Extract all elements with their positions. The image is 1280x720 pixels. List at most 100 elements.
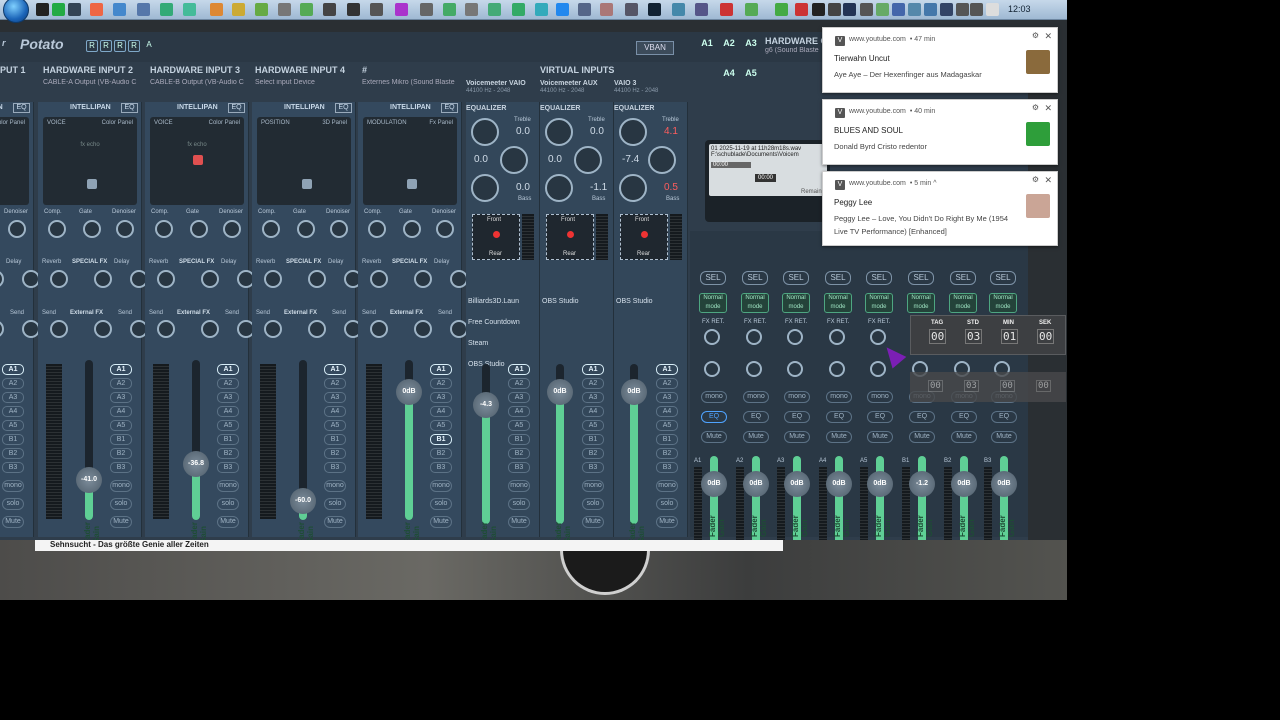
knob[interactable]: [403, 220, 421, 238]
pan-handle[interactable]: [87, 179, 97, 189]
virtual-strip-name[interactable]: VAIO 3: [614, 80, 686, 87]
terminal-icon[interactable]: [36, 3, 49, 16]
app-icon[interactable]: [113, 3, 126, 16]
fx-knob[interactable]: [264, 270, 282, 288]
bus-b1-button[interactable]: B1: [656, 434, 678, 445]
eq-button[interactable]: EQ: [441, 103, 458, 113]
bus-a4-button[interactable]: A4: [508, 406, 530, 417]
normal-mode-button[interactable]: Normal mode: [824, 293, 852, 313]
virtual-strip-name[interactable]: Voicemeeter VAIO: [466, 80, 538, 87]
bus-a4-button[interactable]: A4: [720, 68, 738, 82]
knob[interactable]: [297, 220, 315, 238]
solo-button[interactable]: solo: [217, 498, 239, 510]
tray-icon[interactable]: [795, 3, 808, 16]
bus-b1-button[interactable]: B1: [582, 434, 604, 445]
app-icon[interactable]: [300, 3, 313, 16]
app-item[interactable]: OBS Studio: [616, 298, 653, 305]
app-icon[interactable]: [52, 3, 65, 16]
knob[interactable]: [262, 220, 280, 238]
notification[interactable]: Vwww.youtube.com • 5 min ^ ⚙ ✕ Peggy Lee Pegg…: [822, 171, 1058, 246]
bus-a4-button[interactable]: A4: [217, 406, 239, 417]
bus-fader-knob[interactable]: 0dB: [991, 471, 1017, 497]
mono-button[interactable]: mono: [508, 480, 530, 492]
close-icon[interactable]: ✕: [1044, 175, 1052, 186]
intellipan-panel[interactable]: POSITION 3D Panel: [257, 117, 351, 205]
a-button[interactable]: A: [143, 40, 155, 52]
bus-a4-button[interactable]: A4: [110, 406, 132, 417]
mute-button[interactable]: Mute: [110, 516, 132, 528]
bus-eq-button[interactable]: EQ: [991, 411, 1017, 423]
bus-a4-button[interactable]: A4: [2, 406, 24, 417]
bus-b1-button[interactable]: B1: [217, 434, 239, 445]
position-panel[interactable]: Front Rear: [472, 214, 520, 260]
bus-a2-button[interactable]: A2: [324, 378, 346, 389]
bus-mute-button[interactable]: Mute: [951, 431, 977, 443]
fx-knob[interactable]: [370, 270, 388, 288]
position-panel[interactable]: Front Rear: [620, 214, 668, 260]
mute-button[interactable]: Mute: [430, 516, 452, 528]
app-item[interactable]: Steam: [468, 340, 488, 347]
bus-a1-button[interactable]: A1: [217, 364, 239, 375]
tray-icon[interactable]: [892, 3, 905, 16]
r-button[interactable]: R: [86, 40, 98, 52]
bus-eq-button[interactable]: EQ: [867, 411, 893, 423]
tray-icon[interactable]: [908, 3, 921, 16]
fader-track[interactable]: [85, 360, 93, 520]
app-icon[interactable]: [512, 3, 525, 16]
app-icon[interactable]: [600, 3, 613, 16]
bus-a1-button[interactable]: A1: [698, 38, 716, 52]
bus-b3-button[interactable]: B3: [217, 462, 239, 473]
bus-a2-button[interactable]: A2: [2, 378, 24, 389]
bus-a1-button[interactable]: A1: [508, 364, 530, 375]
normal-mode-button[interactable]: Normal mode: [949, 293, 977, 313]
tray-icon[interactable]: [843, 3, 856, 16]
knob[interactable]: [330, 220, 348, 238]
bus-a5-button[interactable]: A5: [110, 420, 132, 431]
bus-fader-knob[interactable]: 0dB: [826, 471, 852, 497]
bus-a1-button[interactable]: A1: [2, 364, 24, 375]
bus-b1-button[interactable]: B1: [508, 434, 530, 445]
bus-a4-button[interactable]: A4: [582, 406, 604, 417]
mono-button[interactable]: mono: [430, 480, 452, 492]
send-knob[interactable]: [308, 320, 326, 338]
fx-knob[interactable]: [157, 270, 175, 288]
intellipan-panel[interactable]: VOICE Color Panel fx echo: [43, 117, 137, 205]
pan-handle[interactable]: [193, 155, 203, 165]
bus-eq-button[interactable]: EQ: [826, 411, 852, 423]
bus-mono-button[interactable]: mono: [867, 391, 893, 403]
bus-b1-button[interactable]: B1: [324, 434, 346, 445]
position-dot[interactable]: [567, 231, 574, 238]
app-icon[interactable]: [347, 3, 360, 16]
bus-mute-button[interactable]: Mute: [701, 431, 727, 443]
bus-b3-button[interactable]: B3: [582, 462, 604, 473]
hw-input-2-device[interactable]: CABLE-A Output (VB-Audio C: [43, 79, 141, 86]
bus-a3-button[interactable]: A3: [508, 392, 530, 403]
intellipan-panel[interactable]: VOICE Color Panel fx echo: [150, 117, 244, 205]
fx-knob[interactable]: [201, 270, 219, 288]
app-icon[interactable]: [672, 3, 685, 16]
intellipan-panel[interactable]: VOICEColor Panel: [0, 117, 29, 205]
bus-mute-button[interactable]: Mute: [867, 431, 893, 443]
bus-mute-button[interactable]: Mute: [909, 431, 935, 443]
send-knob[interactable]: [370, 320, 388, 338]
solo-button[interactable]: solo: [656, 498, 678, 510]
fader-track[interactable]: [192, 360, 200, 520]
solo-button[interactable]: solo: [508, 498, 530, 510]
eq-button[interactable]: EQ: [335, 103, 352, 113]
mono-button[interactable]: mono: [217, 480, 239, 492]
bus-knob[interactable]: [787, 361, 803, 377]
bus-a2-button[interactable]: A2: [110, 378, 132, 389]
sel-button[interactable]: SEL: [866, 271, 892, 285]
close-icon[interactable]: ✕: [1044, 31, 1052, 42]
position-panel[interactable]: Front Rear: [546, 214, 594, 260]
position-dot[interactable]: [493, 231, 500, 238]
bus-a5-button[interactable]: A5: [324, 420, 346, 431]
bus-a5-button[interactable]: A5: [217, 420, 239, 431]
app-icon[interactable]: [160, 3, 173, 16]
mid-knob[interactable]: [648, 146, 676, 174]
bus-fader-knob[interactable]: 0dB: [951, 471, 977, 497]
bus-b2-button[interactable]: B2: [582, 448, 604, 459]
hw-input-4-device[interactable]: Select input Device: [255, 79, 353, 86]
bus-a2-button[interactable]: A2: [720, 38, 738, 52]
gear-icon[interactable]: ⚙: [1032, 175, 1039, 184]
